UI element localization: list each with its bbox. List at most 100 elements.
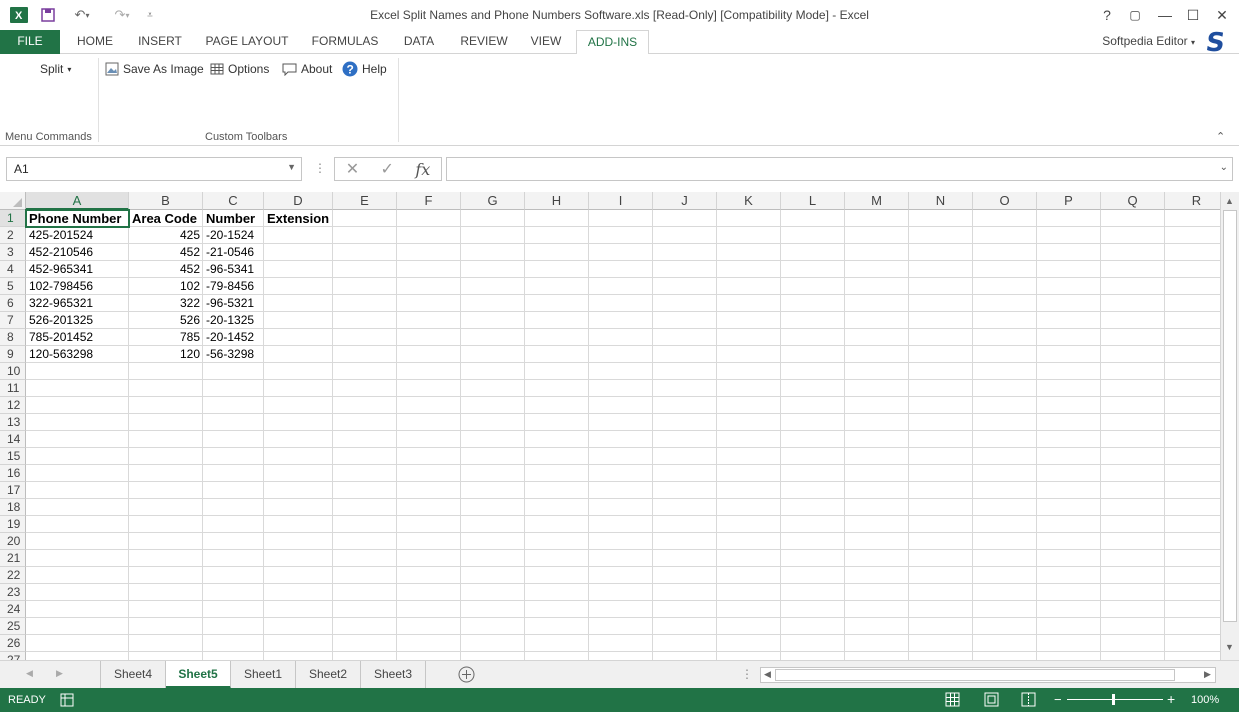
row-header-4[interactable]: 4 <box>0 261 26 278</box>
zoom-in-button[interactable]: + <box>1167 691 1175 707</box>
zoom-out-button[interactable]: − <box>1054 692 1062 707</box>
tab-data[interactable]: DATA <box>394 30 444 54</box>
row-header-25[interactable]: 25 <box>0 618 26 635</box>
row-header-22[interactable]: 22 <box>0 567 26 584</box>
scroll-thumb[interactable] <box>1223 210 1237 622</box>
cell-number[interactable]: -96-5321 <box>203 295 264 312</box>
cell-phone-number[interactable]: 425-201524 <box>26 227 129 244</box>
column-header-a[interactable]: A <box>26 192 129 210</box>
tab-review[interactable]: REVIEW <box>454 30 514 54</box>
column-header-r[interactable]: R <box>1165 192 1220 210</box>
column-header-j[interactable]: J <box>653 192 717 210</box>
new-sheet-icon[interactable] <box>458 666 475 686</box>
header-cell[interactable]: Area Code <box>129 210 203 227</box>
cell-phone-number[interactable]: 785-201452 <box>26 329 129 346</box>
row-header-6[interactable]: 6 <box>0 295 26 312</box>
header-cell[interactable]: Number <box>203 210 264 227</box>
cell-number[interactable]: -20-1452 <box>203 329 264 346</box>
collapse-ribbon-icon[interactable]: ⌃ <box>1216 130 1225 143</box>
row-header-2[interactable]: 2 <box>0 227 26 244</box>
save-as-image-button[interactable]: Save As Image <box>105 60 204 78</box>
sheet-tab-sheet3[interactable]: Sheet3 <box>361 661 426 688</box>
horizontal-scroll-thumb[interactable] <box>775 669 1175 681</box>
account-user[interactable]: Softpedia Editor ▾ <box>1102 34 1195 48</box>
insert-function-icon[interactable]: fx <box>415 160 430 179</box>
zoom-level[interactable]: 100% <box>1191 694 1219 706</box>
column-header-b[interactable]: B <box>129 192 203 210</box>
worksheet-grid[interactable]: ABCDEFGHIJKLMNOPQR 1 2 3 4 5 6 7 8 9 10 11 12 13 14 15… <box>0 192 1220 660</box>
cell-area-code[interactable]: 452 <box>129 244 203 261</box>
tab-add-ins[interactable]: ADD-INS <box>576 30 649 55</box>
tab-page-layout[interactable]: PAGE LAYOUT <box>198 30 296 54</box>
sheet-tab-sheet2[interactable]: Sheet2 <box>296 661 361 688</box>
cell-number[interactable]: -79-8456 <box>203 278 264 295</box>
formula-input[interactable]: ⌄ <box>446 157 1233 181</box>
row-header-7[interactable]: 7 <box>0 312 26 329</box>
scroll-left-icon[interactable]: ◀ <box>764 669 771 680</box>
enter-check-icon[interactable]: ✓ <box>381 159 394 179</box>
row-header-27[interactable]: 27 <box>0 652 26 660</box>
cell-area-code[interactable]: 785 <box>129 329 203 346</box>
row-header-14[interactable]: 14 <box>0 431 26 448</box>
cell-phone-number[interactable]: 120-563298 <box>26 346 129 363</box>
zoom-slider-track[interactable] <box>1067 699 1163 700</box>
sheet-tab-sheet4[interactable]: Sheet4 <box>101 661 166 688</box>
column-header-i[interactable]: I <box>589 192 653 210</box>
page-layout-view-icon[interactable] <box>984 692 999 710</box>
cell-number[interactable]: -21-0546 <box>203 244 264 261</box>
row-header-1[interactable]: 1 <box>0 210 26 227</box>
vertical-scrollbar[interactable]: ▲ ▼ <box>1220 192 1239 660</box>
row-header-18[interactable]: 18 <box>0 499 26 516</box>
column-header-d[interactable]: D <box>264 192 333 210</box>
row-header-26[interactable]: 26 <box>0 635 26 652</box>
ribbon-display-options-button[interactable]: ▢ <box>1120 4 1150 26</box>
about-button[interactable]: About <box>282 60 332 78</box>
column-header-q[interactable]: Q <box>1101 192 1165 210</box>
column-header-m[interactable]: M <box>845 192 909 210</box>
cell-phone-number[interactable]: 526-201325 <box>26 312 129 329</box>
row-header-13[interactable]: 13 <box>0 414 26 431</box>
options-button[interactable]: Options <box>210 60 269 78</box>
column-header-p[interactable]: P <box>1037 192 1101 210</box>
cell-area-code[interactable]: 322 <box>129 295 203 312</box>
horizontal-scrollbar[interactable]: ◀ ▶ <box>760 667 1216 683</box>
help-button[interactable]: ? <box>1092 4 1122 26</box>
tab-file[interactable]: FILE <box>0 30 60 54</box>
normal-view-icon[interactable] <box>945 692 960 710</box>
column-header-h[interactable]: H <box>525 192 589 210</box>
tab-split-grip-icon[interactable]: ⋮ <box>741 667 753 681</box>
help-ribbon-button[interactable]: ? Help <box>342 60 387 78</box>
close-button[interactable]: ✕ <box>1207 4 1237 26</box>
scroll-sheets-left-icon[interactable]: ◀ <box>26 668 33 679</box>
row-header-21[interactable]: 21 <box>0 550 26 567</box>
cell-phone-number[interactable]: 102-798456 <box>26 278 129 295</box>
cell-number[interactable]: -96-5341 <box>203 261 264 278</box>
row-header-12[interactable]: 12 <box>0 397 26 414</box>
column-header-k[interactable]: K <box>717 192 781 210</box>
maximize-button[interactable]: ☐ <box>1178 4 1208 26</box>
column-header-c[interactable]: C <box>203 192 264 210</box>
cell-number[interactable]: -56-3298 <box>203 346 264 363</box>
cell-phone-number[interactable]: 452-210546 <box>26 244 129 261</box>
minimize-button[interactable]: — <box>1150 4 1180 26</box>
cell-area-code[interactable]: 102 <box>129 278 203 295</box>
row-header-20[interactable]: 20 <box>0 533 26 550</box>
cell-area-code[interactable]: 452 <box>129 261 203 278</box>
cell-area-code[interactable]: 120 <box>129 346 203 363</box>
sheet-tab-sheet1[interactable]: Sheet1 <box>231 661 296 688</box>
row-header-23[interactable]: 23 <box>0 584 26 601</box>
row-header-11[interactable]: 11 <box>0 380 26 397</box>
header-cell[interactable]: Extension <box>264 210 333 227</box>
macro-record-icon[interactable] <box>60 693 74 710</box>
scroll-down-icon[interactable]: ▼ <box>1225 642 1234 652</box>
row-header-3[interactable]: 3 <box>0 244 26 261</box>
split-button[interactable]: Split ▾ <box>40 60 71 78</box>
column-header-o[interactable]: O <box>973 192 1037 210</box>
cell-area-code[interactable]: 526 <box>129 312 203 329</box>
sheet-tab-sheet5[interactable]: Sheet5 <box>166 661 231 689</box>
cell-number[interactable]: -20-1524 <box>203 227 264 244</box>
row-header-16[interactable]: 16 <box>0 465 26 482</box>
column-header-f[interactable]: F <box>397 192 461 210</box>
column-header-g[interactable]: G <box>461 192 525 210</box>
scroll-right-icon[interactable]: ▶ <box>1204 669 1211 680</box>
